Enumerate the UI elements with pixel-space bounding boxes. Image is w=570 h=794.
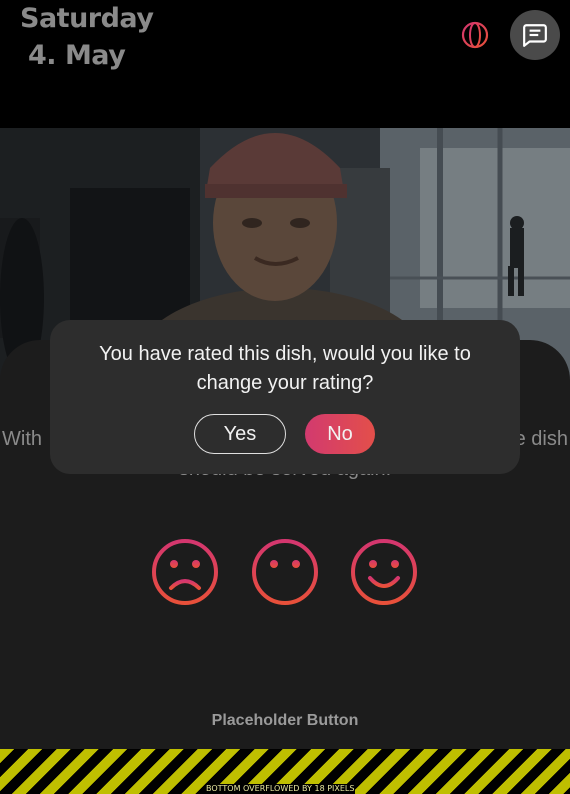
- sad-face-icon[interactable]: [151, 538, 219, 606]
- globe-icon[interactable]: [460, 20, 490, 50]
- change-rating-dialog: You have rated this dish, would you like…: [50, 320, 520, 474]
- chat-button[interactable]: [510, 10, 560, 60]
- placeholder-button[interactable]: Placeholder Button: [185, 706, 385, 736]
- yes-button[interactable]: Yes: [194, 414, 286, 454]
- date-label: 4. May: [28, 40, 126, 71]
- chat-icon: [523, 24, 547, 47]
- overflow-warning-label: BOTTOM OVERFLOWED BY 18 PIXELS: [205, 784, 356, 794]
- prompt-end: e dish: [514, 428, 568, 450]
- rating-faces: [0, 538, 570, 608]
- no-button[interactable]: No: [305, 414, 375, 454]
- dialog-message: You have rated this dish, would you like…: [99, 343, 471, 394]
- app-header: Saturday 4. May: [0, 0, 570, 128]
- date-display: Saturday 4. May: [20, 0, 154, 74]
- neutral-face-icon[interactable]: [251, 538, 319, 606]
- prompt-start: With: [2, 428, 42, 450]
- day-label: Saturday: [20, 3, 154, 34]
- happy-face-icon[interactable]: [350, 538, 418, 606]
